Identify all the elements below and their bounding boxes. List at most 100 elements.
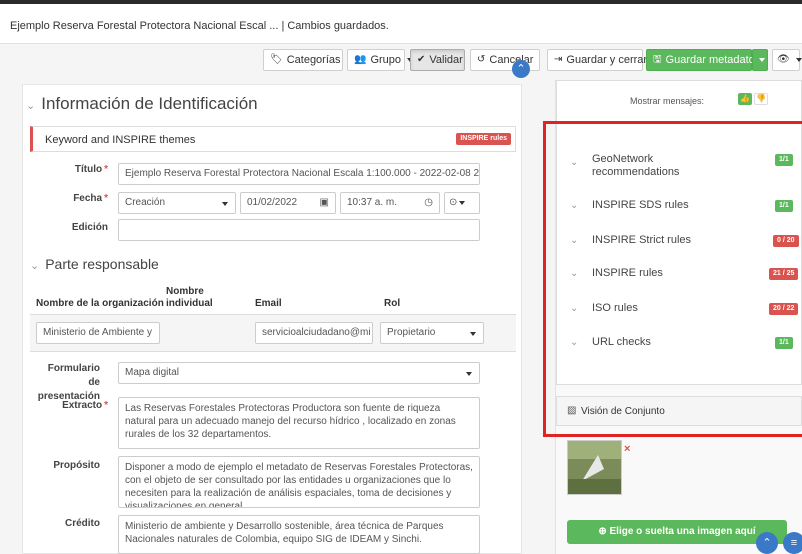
- proposito-label: Propósito: [53, 460, 100, 471]
- rol-select[interactable]: Propietario: [380, 322, 484, 344]
- sign-out-icon: ⇥: [554, 54, 563, 65]
- validar-label: Validar: [429, 54, 463, 66]
- validation-row-url[interactable]: URL checks: [592, 336, 651, 348]
- categorias-label: Categorías: [286, 54, 341, 66]
- top-edge: [0, 0, 802, 4]
- validation-row-inspire[interactable]: INSPIRE rules: [592, 267, 663, 279]
- clock-icon[interactable]: ◷: [424, 193, 433, 213]
- upload-image-button[interactable]: ⊕ Elige o suelta una imagen aquí: [567, 520, 787, 544]
- chevron-down-icon: [759, 58, 765, 62]
- extracto-label-text: Extracto: [62, 400, 103, 411]
- fecha-time-input[interactable]: 10:37 a. m. ◷: [340, 192, 440, 214]
- plus-circle-icon: ⊕: [598, 526, 607, 537]
- guardar-dropdown-button[interactable]: [752, 49, 768, 71]
- header-email: Email: [255, 298, 282, 309]
- menu-button[interactable]: ≡: [783, 532, 802, 554]
- validation-badge: 20 / 22: [769, 303, 799, 315]
- credito-label: Crédito: [65, 518, 100, 529]
- validation-row-geonetwork[interactable]: GeoNetwork recommendations: [592, 153, 732, 179]
- image-icon: ▨: [567, 405, 577, 416]
- edicion-label: Edición: [71, 222, 108, 233]
- titulo-input[interactable]: Ejemplo Reserva Forestal Protectora Naci…: [118, 163, 480, 185]
- categorias-button[interactable]: 🏷 Categorías: [263, 49, 353, 71]
- chevron-up-icon: ⌃: [762, 537, 772, 549]
- overview-thumbnail[interactable]: [567, 440, 622, 495]
- titulo-label-text: Título: [74, 164, 103, 175]
- chevron-down-icon: ⌄: [570, 200, 579, 211]
- chevron-down-icon: [795, 58, 802, 62]
- guardar-cerrar-label: Guardar y cerrar: [566, 54, 648, 66]
- thumbnail-image: [568, 441, 621, 494]
- guardar-cerrar-button[interactable]: ⇥ Guardar y cerrar: [547, 49, 647, 71]
- fecha-type-value: Creación: [125, 197, 166, 208]
- validation-row-sds[interactable]: INSPIRE SDS rules: [592, 199, 689, 211]
- validation-badge: 0 / 20: [773, 235, 799, 247]
- chevron-down-icon: ⌄: [30, 260, 40, 272]
- calendar-icon[interactable]: ▣: [320, 193, 329, 213]
- check-icon: ✔: [417, 54, 426, 65]
- window-title: Ejemplo Reserva Forestal Protectora Naci…: [10, 20, 389, 32]
- section-parte-responsable-title: Parte responsable: [45, 256, 159, 272]
- validation-badge: 1/1: [775, 337, 793, 349]
- required-asterisk: *: [104, 400, 108, 411]
- view-button[interactable]: 👁: [772, 49, 802, 71]
- thumbs-down-icon[interactable]: 👎: [754, 93, 768, 105]
- fecha-options-button[interactable]: ⊙: [444, 192, 480, 214]
- guardar-metadato-label: Guardar metadato: [665, 54, 755, 66]
- chevron-down-icon: ⌄: [570, 157, 579, 168]
- validation-row-strict[interactable]: INSPIRE Strict rules: [592, 234, 691, 246]
- fecha-time-value: 10:37 a. m.: [347, 197, 398, 208]
- chevron-down-icon: ⌄: [570, 268, 579, 279]
- keyword-bar: Keyword and INSPIRE themes INSPIRE rules: [30, 126, 516, 152]
- validation-row-iso[interactable]: ISO rules: [592, 302, 638, 314]
- chevron-down-icon: ⌄: [570, 337, 579, 348]
- validation-badge: 1/1: [775, 200, 793, 212]
- gear-icon: ⊙: [449, 197, 458, 208]
- extracto-textarea[interactable]: Las Reservas Forestales Protectoras Prod…: [118, 397, 480, 449]
- chevron-down-icon: [459, 201, 466, 205]
- validar-button[interactable]: ✔ Validar: [410, 49, 465, 71]
- email-input[interactable]: servicioalciudadano@mi: [255, 322, 373, 344]
- rol-value: Propietario: [387, 327, 436, 338]
- fecha-date-input[interactable]: 01/02/2022 ▣: [240, 192, 336, 214]
- guardar-metadato-button[interactable]: 🖫 Guardar metadato: [646, 49, 755, 71]
- upload-image-label: Elige o suelta una imagen aquí: [609, 526, 756, 537]
- formulario-label: Formulario de presentación: [37, 363, 100, 402]
- extracto-label: Extracto *: [50, 400, 108, 411]
- org-input[interactable]: Ministerio de Ambiente y: [36, 322, 160, 344]
- chevron-down-icon: ⌄: [570, 235, 579, 246]
- edicion-input[interactable]: [118, 219, 480, 241]
- title-bar: Ejemplo Reserva Forestal Protectora Naci…: [0, 0, 802, 44]
- chevron-down-icon: ⌄: [570, 303, 579, 314]
- overview-title: Visión de Conjunto: [581, 406, 665, 417]
- keyword-label: Keyword and INSPIRE themes: [45, 134, 196, 146]
- fecha-label-text: Fecha: [73, 193, 103, 204]
- inspire-rules-badge: INSPIRE rules: [456, 133, 511, 145]
- titulo-label: Título *: [60, 164, 108, 175]
- fecha-type-select[interactable]: Creación: [118, 192, 236, 214]
- chevron-down-icon: [222, 202, 228, 206]
- chevron-down-icon: ⌄: [26, 100, 36, 112]
- section-parte-responsable[interactable]: ⌄ Parte responsable: [30, 256, 159, 272]
- tag-icon: 🏷: [270, 54, 283, 65]
- required-asterisk: *: [104, 193, 108, 204]
- overview-header[interactable]: ▨ Visión de Conjunto: [556, 396, 802, 426]
- section-identificacion[interactable]: ⌄ Información de Identificación: [26, 94, 258, 114]
- thumbs-up-icon[interactable]: 👍: [738, 93, 752, 105]
- undo-icon: ↺: [477, 54, 486, 65]
- remove-thumbnail-icon[interactable]: ×: [624, 443, 630, 455]
- credito-textarea[interactable]: Ministerio de ambiente y Desarrollo sost…: [118, 515, 480, 554]
- formulario-select[interactable]: Mapa digital: [118, 362, 480, 384]
- grupo-button[interactable]: 👥 Grupo: [347, 49, 414, 71]
- header-rol: Rol: [384, 298, 401, 309]
- header-individual: Nombre individual: [166, 286, 213, 309]
- save-icon: 🖫: [653, 54, 662, 65]
- validation-badge: 1/1: [775, 154, 793, 166]
- chevron-down-icon: [466, 372, 472, 376]
- proposito-textarea[interactable]: Disponer a modo de ejemplo el metadato d…: [118, 456, 480, 508]
- formulario-value: Mapa digital: [125, 367, 179, 378]
- menu-icon: ≡: [790, 537, 798, 549]
- fecha-date-value: 01/02/2022: [247, 197, 298, 208]
- scroll-top-button[interactable]: ⌃: [756, 532, 778, 554]
- scroll-indicator-button[interactable]: ⌃: [512, 60, 530, 78]
